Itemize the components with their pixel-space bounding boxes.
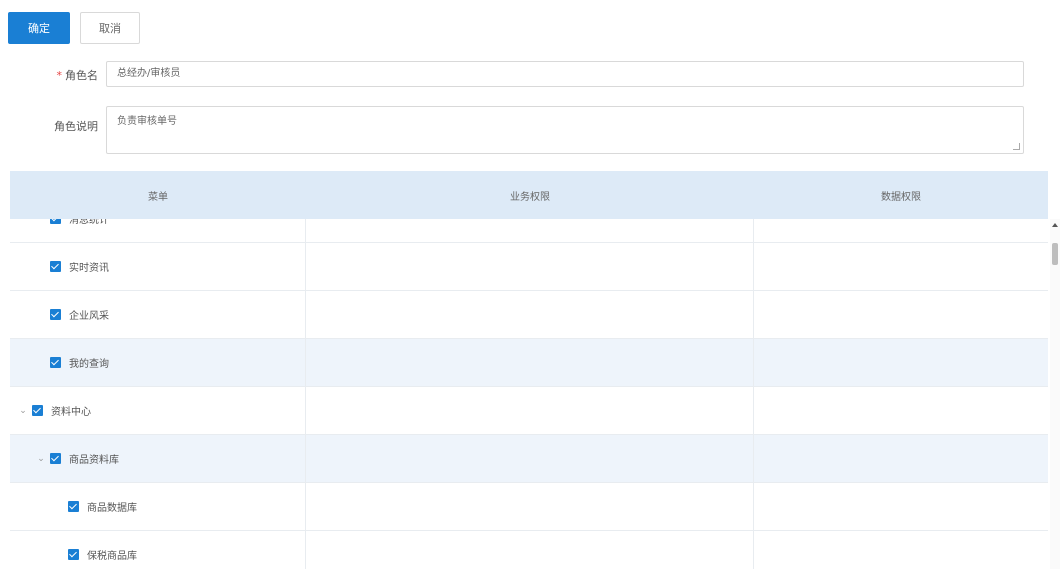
cancel-button[interactable]: 取消: [80, 12, 140, 44]
role-name-label: * 角色名: [20, 67, 99, 83]
required-mark: *: [56, 69, 63, 82]
menu-checkbox[interactable]: [50, 453, 61, 464]
menu-cell: 实时资讯: [10, 243, 306, 290]
expand-caret-icon[interactable]: ⌄: [18, 406, 28, 416]
data-permission-cell: [754, 339, 1048, 386]
data-permission-cell: [754, 483, 1048, 530]
menu-checkbox[interactable]: [32, 405, 43, 416]
permission-table-header: 菜单 业务权限 数据权限: [10, 171, 1048, 219]
menu-cell: ⌄ 商品资料库: [10, 435, 306, 482]
business-permission-cell: [306, 339, 754, 386]
confirm-button[interactable]: 确定: [8, 12, 70, 44]
menu-cell: 企业风采: [10, 291, 306, 338]
business-permission-cell: [306, 291, 754, 338]
menu-cell: 保税商品库: [10, 531, 306, 569]
table-row[interactable]: 商品数据库: [10, 483, 1048, 531]
role-name-input[interactable]: 总经办/审核员: [106, 61, 1024, 87]
data-permission-cell: [754, 435, 1048, 482]
data-permission-cell: [754, 387, 1048, 434]
scroll-thumb[interactable]: [1052, 243, 1058, 265]
menu-checkbox[interactable]: [50, 219, 61, 224]
table-row[interactable]: ⌄ 商品资料库: [10, 435, 1048, 483]
menu-item-label: 我的查询: [69, 359, 109, 370]
menu-cell: ⌄ 资料中心: [10, 387, 306, 434]
menu-cell: 商品数据库: [10, 483, 306, 530]
menu-cell: 我的查询: [10, 339, 306, 386]
role-name-label-text: 角色名: [65, 69, 98, 82]
expand-caret-icon[interactable]: ⌄: [36, 454, 46, 464]
business-permission-cell: [306, 219, 754, 242]
resize-grip-icon[interactable]: [1013, 143, 1020, 150]
business-permission-cell: [306, 483, 754, 530]
menu-checkbox[interactable]: [68, 549, 79, 560]
table-row[interactable]: 我的查询: [10, 339, 1048, 387]
menu-item-label: 实时资讯: [69, 263, 109, 274]
menu-item-label: 商品数据库: [87, 503, 137, 514]
table-scrollbar[interactable]: [1050, 219, 1060, 569]
role-desc-textarea[interactable]: 负责审核单号: [106, 106, 1024, 154]
table-row[interactable]: 消息统计: [10, 219, 1048, 243]
table-row[interactable]: ⌄ 资料中心: [10, 387, 1048, 435]
column-header-menu: 菜单: [148, 191, 168, 203]
data-permission-cell: [754, 291, 1048, 338]
menu-cell: 消息统计: [10, 219, 306, 242]
business-permission-cell: [306, 531, 754, 569]
data-permission-cell: [754, 219, 1048, 242]
business-permission-cell: [306, 435, 754, 482]
business-permission-cell: [306, 387, 754, 434]
menu-item-label: 保税商品库: [87, 551, 137, 562]
menu-item-label: 消息统计: [69, 219, 109, 226]
permission-table-body: 消息统计实时资讯企业风采我的查询 ⌄ 资料中心 ⌄ 商品资料库商品数据库保税商品库: [10, 219, 1048, 569]
column-header-data-permission: 数据权限: [881, 191, 921, 203]
column-header-business-permission: 业务权限: [510, 191, 550, 203]
menu-item-label: 商品资料库: [69, 455, 119, 466]
menu-item-label: 资料中心: [51, 407, 91, 418]
scroll-up-arrow-icon[interactable]: [1052, 223, 1058, 227]
role-desc-label: 角色说明: [54, 120, 98, 133]
menu-item-label: 企业风采: [69, 311, 109, 322]
business-permission-cell: [306, 243, 754, 290]
menu-checkbox[interactable]: [68, 501, 79, 512]
data-permission-cell: [754, 243, 1048, 290]
menu-checkbox[interactable]: [50, 357, 61, 368]
menu-checkbox[interactable]: [50, 309, 61, 320]
role-desc-value: 负责审核单号: [117, 116, 177, 127]
table-row[interactable]: 保税商品库: [10, 531, 1048, 569]
table-row[interactable]: 企业风采: [10, 291, 1048, 339]
menu-checkbox[interactable]: [50, 261, 61, 272]
data-permission-cell: [754, 531, 1048, 569]
table-row[interactable]: 实时资讯: [10, 243, 1048, 291]
